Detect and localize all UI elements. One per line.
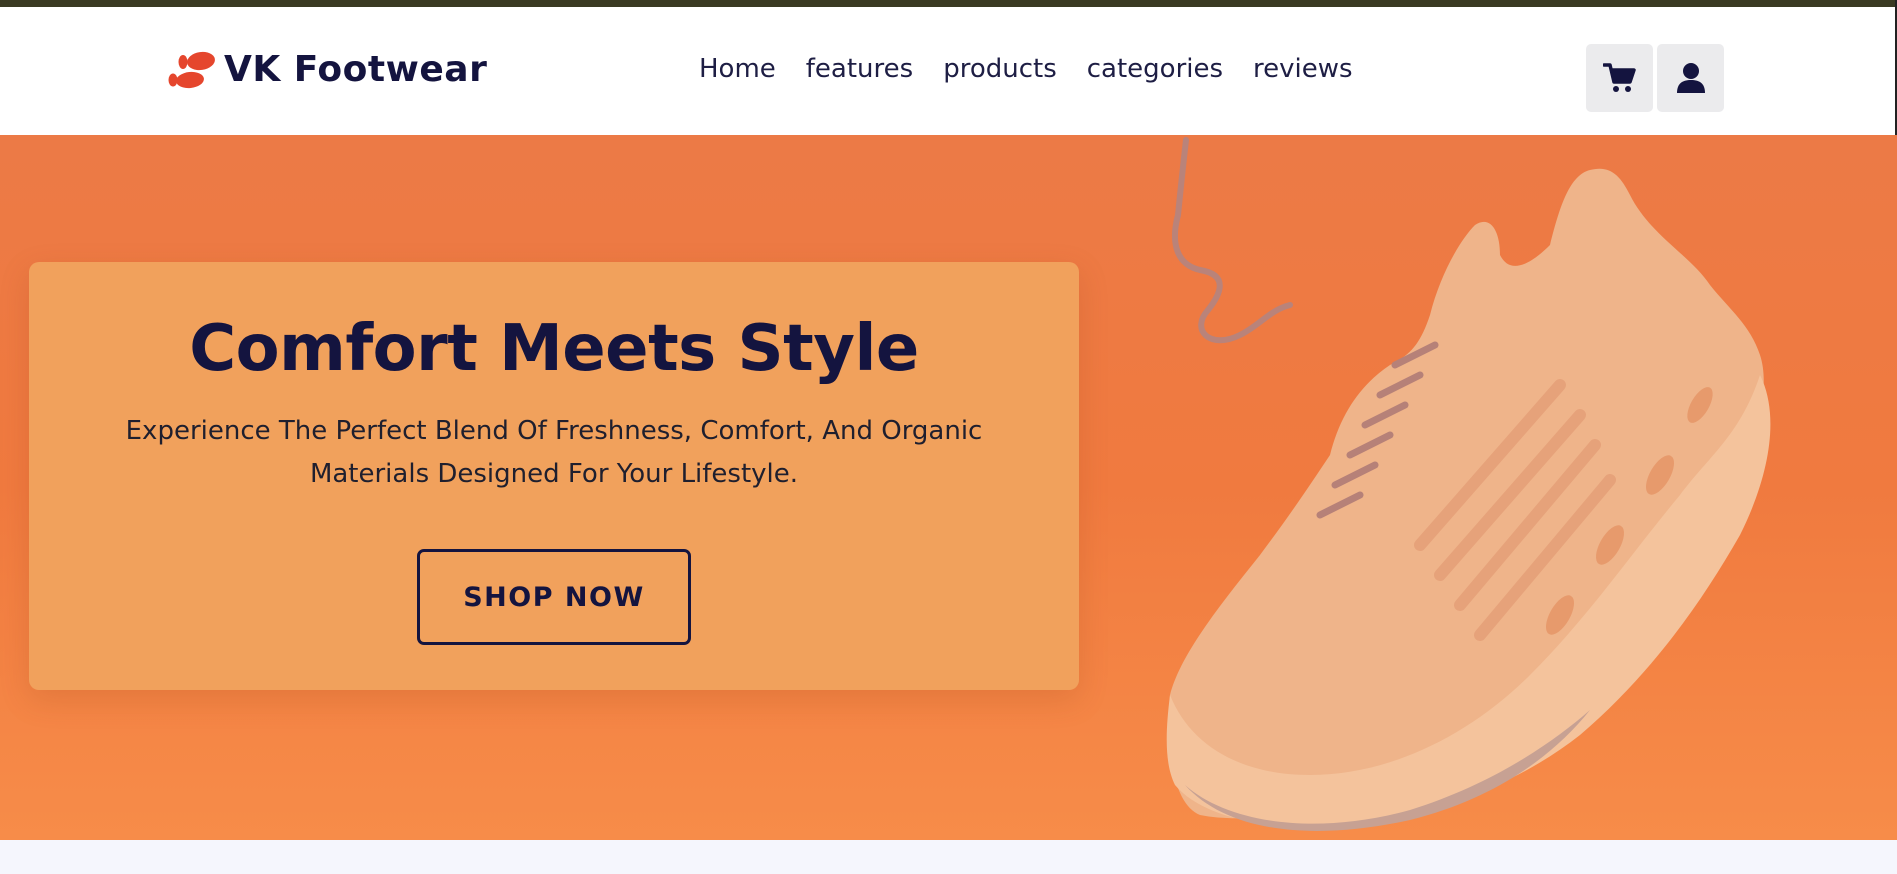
cart-button[interactable]: [1586, 44, 1653, 112]
nav-link-features[interactable]: features: [806, 53, 913, 85]
hero-description: Experience The Perfect Blend Of Freshnes…: [125, 416, 983, 489]
footprints-icon: [168, 51, 215, 88]
nav-link-home[interactable]: Home: [699, 53, 776, 85]
site-header: VK Footwear Home features products categ…: [0, 7, 1895, 135]
hero-card: Comfort Meets Style Experience The Perfe…: [29, 262, 1079, 690]
nav-link-reviews[interactable]: reviews: [1253, 53, 1353, 85]
hero-title: Comfort Meets Style: [189, 312, 919, 386]
hero-section: Comfort Meets Style Experience The Perfe…: [0, 135, 1897, 840]
shopping-cart-icon: [1602, 63, 1636, 92]
nav-link-categories[interactable]: categories: [1087, 53, 1223, 85]
sneaker-image: [1166, 137, 1771, 831]
user-button[interactable]: [1657, 44, 1724, 112]
brand-logo[interactable]: VK Footwear: [168, 49, 487, 90]
top-strip: [0, 0, 1897, 7]
user-icon: [1676, 63, 1705, 93]
nav-link-products[interactable]: products: [943, 53, 1057, 85]
next-section: [0, 840, 1897, 874]
brand-name: VK Footwear: [224, 49, 488, 90]
main-nav: Home features products categories review…: [699, 53, 1383, 85]
shop-now-button[interactable]: SHOP NOW: [417, 549, 691, 645]
